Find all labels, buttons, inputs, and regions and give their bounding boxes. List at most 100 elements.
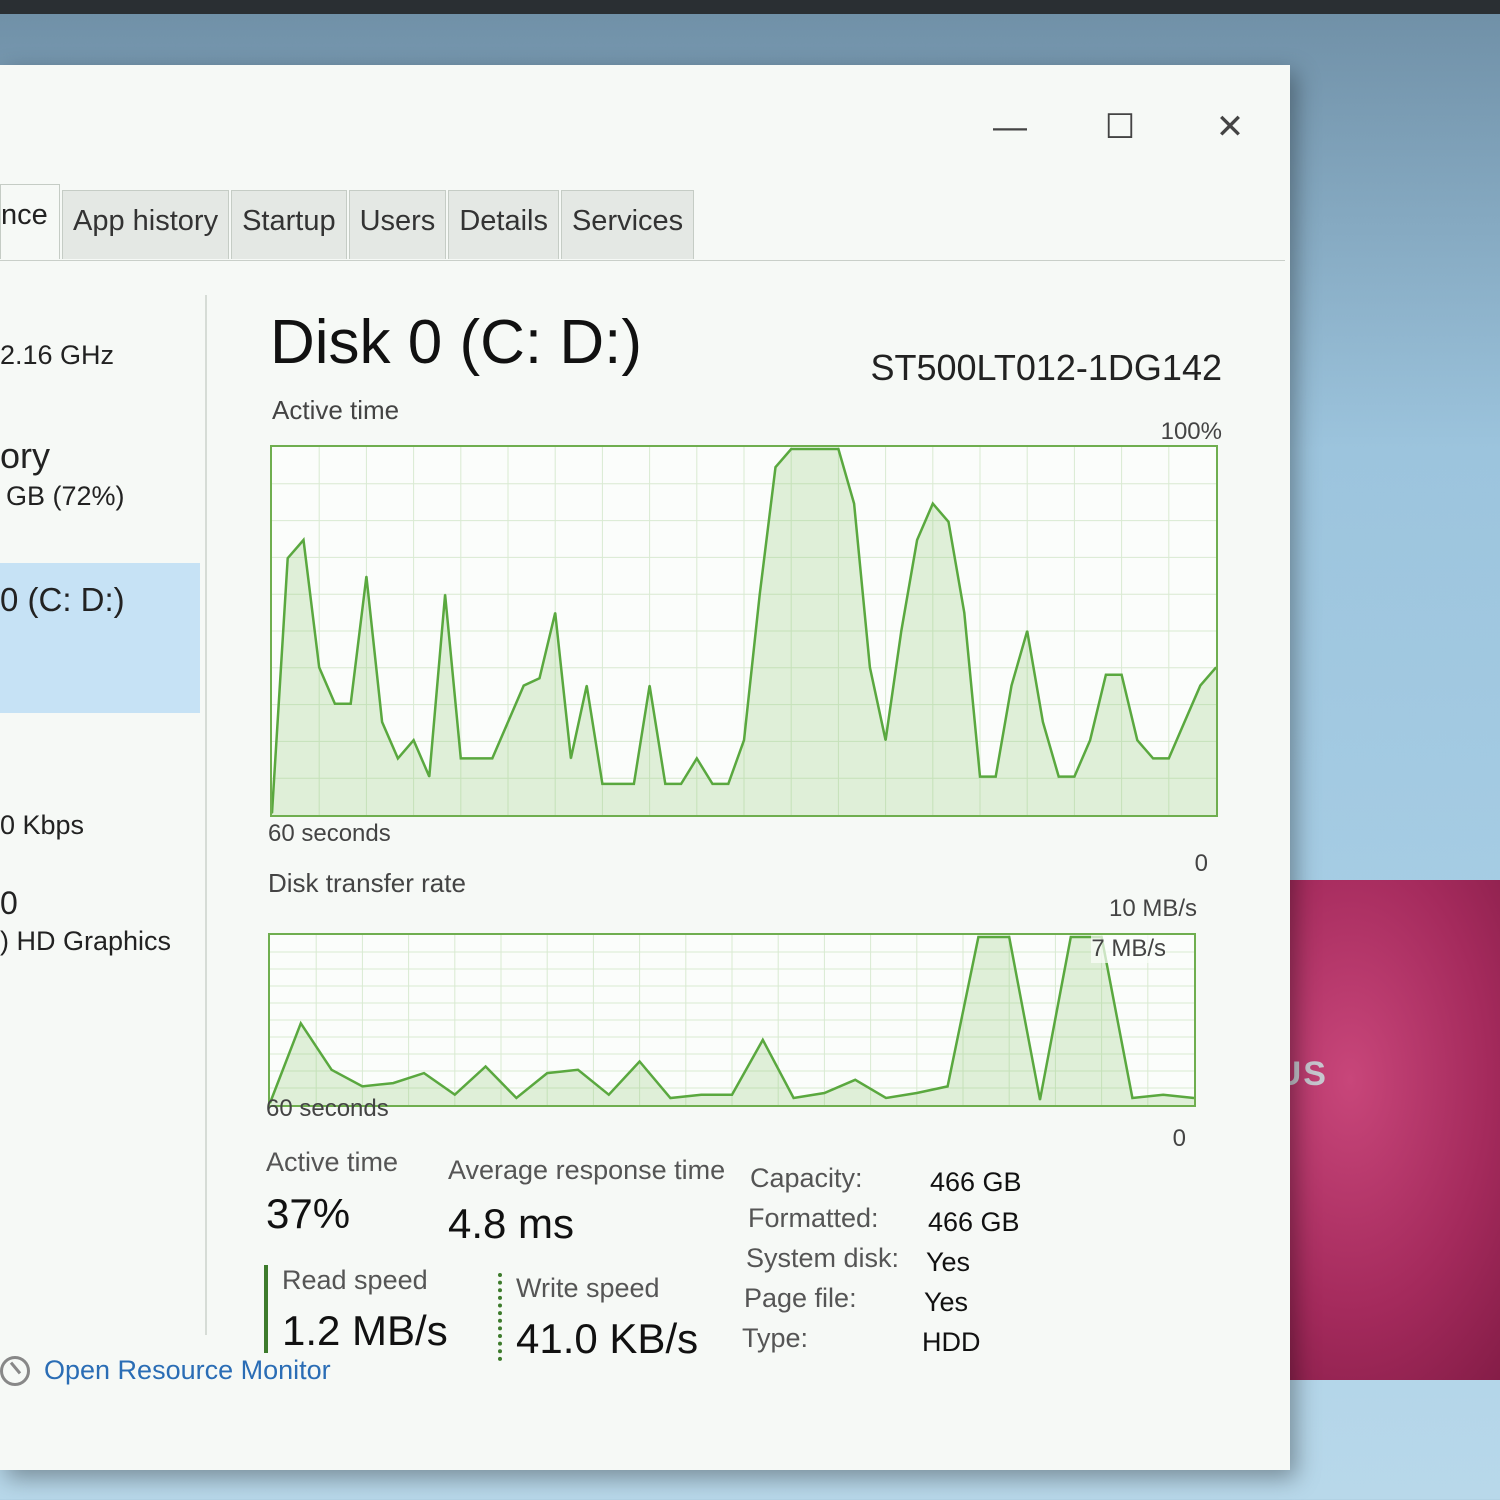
- disk-model: ST500LT012-1DG142: [870, 347, 1222, 388]
- transfer-rate-data-point: [454, 1093, 456, 1096]
- active-time-data-point: [633, 783, 635, 785]
- read-speed-label: Read speed: [282, 1265, 428, 1295]
- transfer-right-label: 0: [1172, 1125, 1186, 1152]
- active-time-chart-label: Active time: [272, 395, 400, 425]
- active-time-data-point: [460, 757, 462, 760]
- active-time-data-point: [1010, 684, 1013, 687]
- transfer-rate-data-point: [669, 1097, 672, 1099]
- transfer-rate-data-point: [484, 1065, 487, 1068]
- transfer-rate-data-point: [1131, 1097, 1134, 1099]
- active-time-data-point: [758, 593, 761, 596]
- active-time-data-point: [1136, 739, 1139, 741]
- write-speed-indicator: [498, 1273, 502, 1361]
- transfer-rate-data-point: [823, 1092, 826, 1094]
- active-time-data-point: [696, 757, 698, 760]
- cpu-speed: 2.16 GHz: [0, 340, 115, 370]
- active-time-data-point: [585, 684, 588, 687]
- transfer-rate-chart: 7 MB/s: [268, 933, 1196, 1107]
- memory-value: GB (72%): [6, 481, 125, 511]
- transfer-rate-data-point: [330, 1069, 333, 1071]
- tab-startup[interactable]: Startup: [231, 190, 347, 259]
- transfer-rate-data-point: [1070, 936, 1072, 938]
- active-time-data-point: [869, 666, 871, 669]
- gpu-label: 0: [0, 885, 18, 921]
- active-time-data-point: [397, 757, 399, 760]
- active-time-data-point: [994, 775, 997, 778]
- transfer-rate-data-point: [300, 1022, 302, 1025]
- read-speed-indicator: [264, 1265, 268, 1353]
- avg-response-value: 4.8 ms: [448, 1200, 575, 1247]
- transfer-rate-data-point: [762, 1039, 764, 1041]
- network-value: 0 Kbps: [0, 810, 85, 840]
- sidebar-item-disk[interactable]: 0 (C: D:): [0, 563, 200, 713]
- sidebar-item-cpu[interactable]: 2.16 GHz: [0, 340, 200, 371]
- active-time-data-point: [1183, 721, 1186, 723]
- window-controls: — ☐ ✕: [980, 105, 1260, 149]
- write-speed-label: Write speed: [516, 1273, 660, 1303]
- minimize-icon: —: [993, 107, 1027, 146]
- active-time-data-point: [963, 612, 966, 614]
- transfer-rate-data-point: [1008, 936, 1010, 938]
- system-disk-label: System disk:: [746, 1243, 900, 1273]
- maximize-icon: ☐: [1104, 108, 1136, 146]
- active-time-left-label: 60 seconds: [268, 820, 391, 847]
- tab-users[interactable]: Users: [348, 190, 447, 259]
- active-time-data-point: [837, 448, 840, 450]
- type-label: Type:: [742, 1323, 809, 1353]
- active-time-data-point: [774, 466, 777, 468]
- active-time-data-point: [570, 757, 572, 760]
- open-resource-monitor-link[interactable]: Open Resource Monitor: [0, 1355, 331, 1386]
- transfer-rate-data-point: [1039, 1098, 1041, 1101]
- active-time-data-point: [365, 575, 368, 578]
- active-time-data-point: [727, 783, 730, 785]
- transfer-mid-label: 7 MB/s: [1091, 935, 1166, 963]
- active-time-stat-value: 37%: [266, 1190, 351, 1237]
- memory-label: ory: [0, 435, 51, 476]
- active-time-data-point: [601, 783, 604, 785]
- active-time-data-point: [617, 783, 619, 785]
- active-time-data-point: [806, 448, 808, 450]
- tab-services[interactable]: Services: [560, 190, 695, 259]
- active-time-data-point: [821, 448, 824, 450]
- sidebar-item-memory[interactable]: ory GB (72%): [0, 435, 200, 512]
- capacity-value: 466 GB: [930, 1167, 1022, 1197]
- active-time-data-point: [1105, 673, 1107, 676]
- active-time-data-point: [444, 593, 446, 596]
- active-time-data-point: [1199, 684, 1202, 687]
- transfer-rate-data-point: [916, 1092, 918, 1094]
- transfer-chart-label: Disk transfer rate: [268, 868, 466, 898]
- tab-performance[interactable]: nce: [0, 184, 60, 259]
- active-time-data-point: [1042, 721, 1044, 723]
- active-time-data-point: [349, 703, 352, 705]
- tab-details[interactable]: Details: [448, 190, 559, 259]
- disk-label: 0 (C: D:): [0, 581, 125, 618]
- page-title: Disk 0 (C: D:): [270, 308, 642, 377]
- active-time-data-point: [318, 666, 320, 669]
- task-manager-window: — ☐ ✕ nce App history Startup Users Deta…: [0, 65, 1290, 1470]
- sidebar-item-gpu[interactable]: 0 ) HD Graphics: [0, 885, 200, 957]
- transfer-rate-data-point: [700, 1093, 702, 1096]
- active-time-data-point: [790, 448, 792, 450]
- active-time-data-point: [743, 739, 745, 741]
- sidebar-item-network[interactable]: 0 Kbps: [0, 810, 200, 841]
- active-time-data-point: [412, 739, 415, 741]
- active-time-data-point: [491, 757, 494, 760]
- transfer-rate-data-point: [792, 1097, 795, 1099]
- transfer-rate-data-point: [946, 1085, 949, 1088]
- transfer-rate-data-point: [977, 936, 980, 938]
- active-time-data-point: [853, 502, 855, 505]
- close-button[interactable]: ✕: [1200, 105, 1260, 149]
- maximize-button[interactable]: ☐: [1090, 105, 1150, 149]
- active-time-chart: [270, 445, 1218, 817]
- minimize-button[interactable]: —: [980, 105, 1040, 149]
- transfer-max-label: 10 MB/s: [1108, 895, 1197, 922]
- tab-app-history[interactable]: App history: [62, 190, 230, 259]
- active-time-data-point: [1057, 775, 1060, 778]
- type-value: HDD: [922, 1327, 981, 1357]
- page-file-value: Yes: [924, 1287, 969, 1317]
- capacity-label: Capacity:: [750, 1163, 863, 1193]
- active-time-data-point: [1152, 757, 1154, 760]
- active-time-data-point: [711, 783, 714, 785]
- transfer-left-label: 60 seconds: [266, 1095, 389, 1122]
- active-time-data-point: [302, 539, 305, 541]
